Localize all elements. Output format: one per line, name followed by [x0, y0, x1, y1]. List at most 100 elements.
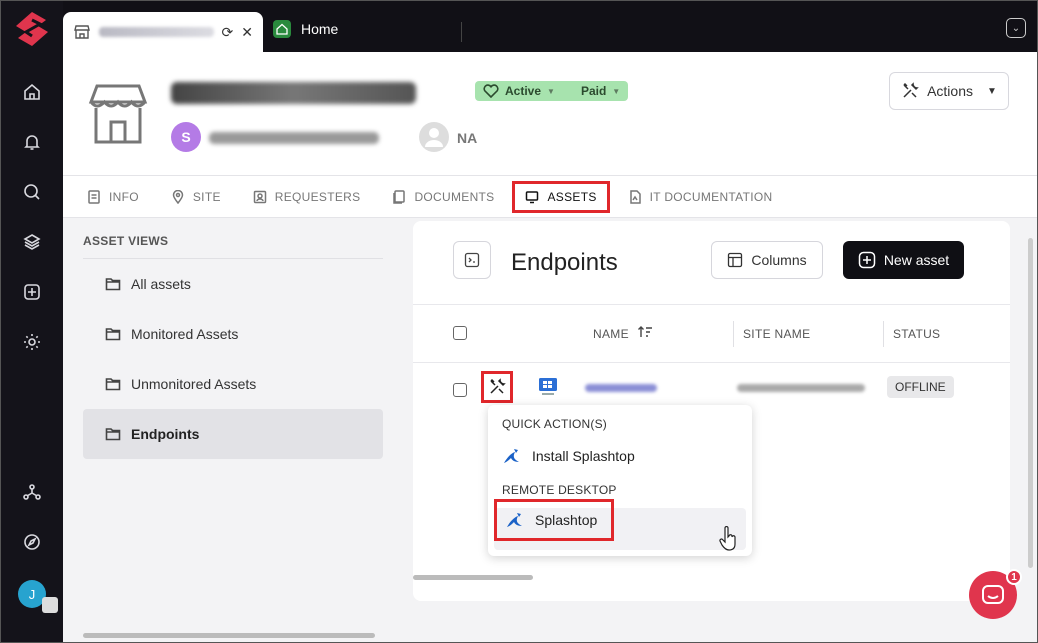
- columns-button[interactable]: Columns: [711, 241, 823, 279]
- location-pin-icon: [172, 189, 184, 204]
- columns-label: Columns: [751, 252, 807, 268]
- close-tab-icon[interactable]: ✕: [241, 24, 253, 41]
- add-icon[interactable]: [20, 280, 44, 304]
- expand-panel-button[interactable]: [453, 241, 491, 279]
- integrations-icon[interactable]: [20, 480, 44, 504]
- account-header: Active ▼ Paid ▼ S NA Actions ▼: [63, 52, 1037, 176]
- chat-bubble-icon: [982, 585, 1004, 604]
- status-badge[interactable]: Active ▼ Paid ▼: [475, 81, 629, 101]
- owner-name: [209, 132, 379, 144]
- asset-view-all-label: All assets: [131, 276, 191, 292]
- folder-icon: [105, 428, 121, 441]
- install-splashtop-item[interactable]: Install Splashtop: [488, 439, 752, 473]
- chat-launcher-button[interactable]: 1: [969, 569, 1022, 619]
- asset-view-monitored-label: Monitored Assets: [131, 326, 239, 342]
- asset-name-link[interactable]: [585, 384, 657, 392]
- search-icon[interactable]: [20, 180, 44, 204]
- home-icon[interactable]: [20, 80, 44, 104]
- account-tab-title: [99, 27, 214, 37]
- documents-icon: [393, 189, 406, 204]
- asset-view-endpoints[interactable]: Endpoints: [83, 409, 383, 459]
- plus-icon: [858, 251, 876, 269]
- billing-caret-icon: ▼: [612, 86, 621, 96]
- it-doc-icon: [629, 189, 641, 204]
- asset-view-monitored[interactable]: Monitored Assets: [83, 309, 383, 359]
- contact-card-icon: [253, 190, 266, 203]
- hand-cursor-icon: [719, 526, 736, 551]
- quick-actions-menu: QUICK ACTION(S) Install Splashtop REMOTE…: [488, 405, 752, 556]
- tab-requesters[interactable]: REQUESTERS: [253, 190, 361, 204]
- owner-avatar[interactable]: S: [171, 122, 201, 152]
- column-divider: [733, 321, 734, 347]
- tab-info[interactable]: INFO: [87, 190, 139, 204]
- workspace-tab-bar: ⟳ ✕ Home ⌄: [63, 0, 1038, 52]
- account-tabs: INFO SITE REQUESTERS DOCUMENTS ASSETS IT…: [63, 176, 1037, 218]
- actions-button[interactable]: Actions ▼: [889, 72, 1009, 110]
- asset-status-badge: OFFLINE: [887, 376, 954, 398]
- folder-icon: [105, 278, 121, 291]
- home-tab-label: Home: [301, 21, 339, 37]
- quick-actions-heading: QUICK ACTION(S): [502, 417, 608, 431]
- sidebar-horizontal-scrollbar[interactable]: [83, 633, 375, 638]
- tab-assets-label: ASSETS: [547, 189, 597, 204]
- layers-icon[interactable]: [20, 230, 44, 254]
- asset-views-heading: ASSET VIEWS: [83, 218, 383, 259]
- tab-assets[interactable]: ASSETS: [512, 180, 610, 213]
- tab-documents[interactable]: DOCUMENTS: [392, 190, 494, 204]
- column-site-name[interactable]: SITE NAME: [743, 327, 810, 341]
- asset-view-all[interactable]: All assets: [83, 259, 383, 309]
- tab-site[interactable]: SITE: [171, 189, 221, 204]
- vertical-scrollbar[interactable]: [1028, 238, 1033, 568]
- status-caret-icon: ▼: [547, 86, 555, 96]
- asset-view-endpoints-label: Endpoints: [131, 426, 200, 442]
- install-splashtop-label: Install Splashtop: [532, 448, 635, 464]
- splashtop-remote-label: Splashtop: [535, 512, 598, 528]
- tab-site-label: SITE: [192, 189, 221, 204]
- tab-it-documentation[interactable]: IT DOCUMENTATION: [628, 190, 773, 204]
- asset-views-panel: ASSET VIEWS All assets Monitored Assets …: [83, 218, 383, 459]
- sort-icon[interactable]: [637, 325, 653, 342]
- qr-code-icon[interactable]: [42, 597, 58, 613]
- app-logo-icon[interactable]: [14, 10, 50, 48]
- row-checkbox[interactable]: [453, 383, 467, 397]
- horizontal-scrollbar[interactable]: [413, 575, 533, 580]
- monitor-icon: [526, 190, 539, 203]
- storefront-icon: [88, 84, 148, 144]
- tab-divider: [461, 22, 462, 42]
- compass-icon[interactable]: [20, 530, 44, 554]
- column-name[interactable]: NAME: [593, 327, 629, 341]
- tab-documents-label: DOCUMENTS: [414, 189, 495, 204]
- chevron-down-icon[interactable]: ⌄: [1006, 18, 1026, 38]
- tools-icon: [490, 378, 506, 394]
- actions-label: Actions: [927, 83, 973, 99]
- bell-icon[interactable]: [20, 130, 44, 154]
- settings-gear-icon[interactable]: [20, 330, 44, 354]
- new-asset-button[interactable]: New asset: [843, 241, 964, 279]
- folder-icon: [105, 378, 121, 391]
- chat-notification-badge: 1: [1006, 569, 1022, 585]
- remote-desktop-heading: REMOTE DESKTOP: [502, 483, 617, 497]
- store-icon: [74, 25, 90, 39]
- assignee-avatar-icon[interactable]: [419, 122, 449, 152]
- splashtop-remote-item[interactable]: Splashtop: [494, 499, 614, 541]
- card-toolbar: Endpoints Columns New asset: [413, 221, 1010, 305]
- account-name: [171, 82, 416, 104]
- chevron-down-icon: ▼: [987, 85, 997, 97]
- home-tab[interactable]: Home: [273, 20, 338, 38]
- account-tab[interactable]: ⟳ ✕: [63, 12, 263, 52]
- info-icon: [88, 189, 100, 204]
- windows-pc-icon: [539, 378, 557, 395]
- column-status[interactable]: STATUS: [893, 327, 940, 341]
- tab-it-documentation-label: IT DOCUMENTATION: [649, 189, 773, 204]
- columns-icon: [728, 252, 743, 268]
- select-all-checkbox[interactable]: [453, 326, 467, 340]
- new-asset-label: New asset: [883, 252, 950, 268]
- asset-view-unmonitored[interactable]: Unmonitored Assets: [83, 359, 383, 409]
- quick-actions-button[interactable]: [481, 371, 513, 403]
- refresh-icon[interactable]: ⟳: [222, 24, 234, 41]
- panel-expand-icon: [464, 252, 480, 268]
- status-badge-label: Active: [505, 84, 542, 98]
- tab-requesters-label: REQUESTERS: [274, 189, 361, 204]
- owner-initial: S: [181, 129, 191, 145]
- splashtop-icon: [504, 449, 519, 463]
